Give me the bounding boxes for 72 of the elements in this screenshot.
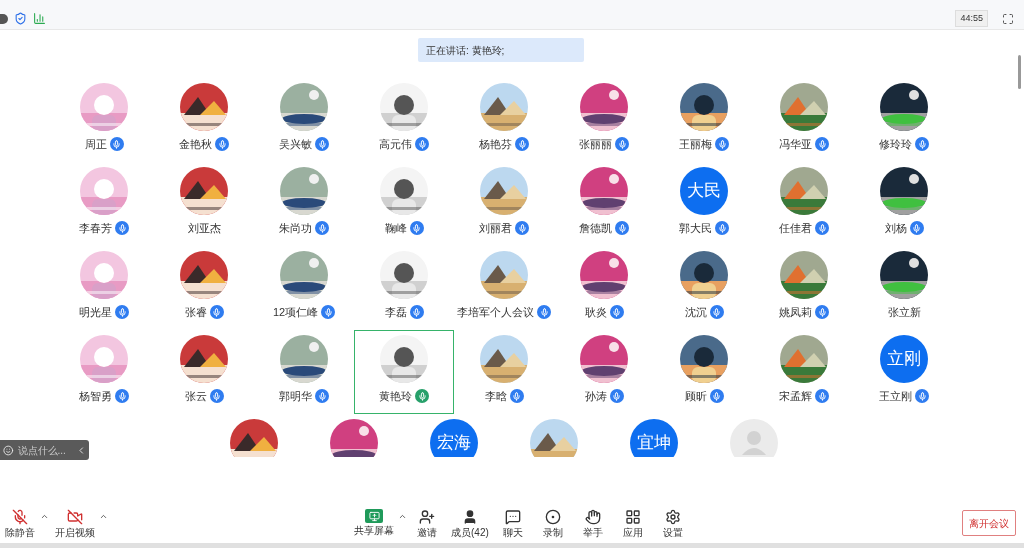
- participant-name: 沈沉: [684, 305, 707, 320]
- video-off-icon: [67, 508, 83, 525]
- participant-name: 朱尚功: [279, 221, 312, 236]
- chat-field[interactable]: 说点什么...: [17, 442, 72, 458]
- participant-name: 孙涛: [584, 389, 607, 404]
- microphone-muted-icon: [12, 508, 28, 525]
- participant-name: 姚凤莉: [779, 305, 812, 320]
- add-user-icon: [419, 509, 435, 525]
- participant-name: 金艳秋: [179, 137, 212, 152]
- participant-name: 高元伟: [379, 137, 412, 152]
- participant-name: 刘亚杰: [187, 221, 221, 236]
- shield-icon: [14, 12, 27, 25]
- participant-name: 刘丽君: [479, 221, 512, 236]
- meeting-timer: 44:55: [955, 9, 988, 28]
- user-avatar-icon: [730, 419, 778, 457]
- participant-name: 任佳君: [779, 221, 812, 236]
- signal-icon: [33, 12, 46, 25]
- participant-name: 张丽丽: [579, 137, 612, 152]
- chat-input[interactable]: 说点什么...: [0, 440, 89, 460]
- participant-name: 王丽梅: [679, 137, 712, 152]
- settings-icon: [664, 509, 681, 525]
- scrollbar-thumb[interactable]: [1018, 55, 1021, 89]
- participant-name: 明光星: [79, 305, 112, 320]
- record-icon: [544, 509, 561, 525]
- toolbar-button[interactable]: 除静音: [0, 508, 40, 538]
- participant-name: 李春芳: [79, 221, 112, 236]
- participant-name: 郭大民: [679, 221, 712, 236]
- participant-name: 12项仁峰: [272, 305, 319, 320]
- toolbar-button[interactable]: 邀请: [407, 509, 447, 538]
- participant-name: 杨智勇: [79, 389, 112, 404]
- toolbar-button[interactable]: 成员(42): [447, 509, 493, 538]
- avatar: 大民: [680, 167, 728, 215]
- participant-name: 张云: [184, 389, 207, 404]
- participant-name: 耿炎: [584, 305, 607, 320]
- toolbar-button[interactable]: 开启视频: [51, 508, 99, 538]
- toolbar-button[interactable]: 设置: [652, 509, 693, 538]
- participant-name: 周正: [84, 137, 107, 152]
- toolbar-button[interactable]: 聊天: [492, 509, 533, 538]
- participant-name: 詹德凯: [579, 221, 612, 236]
- leave-meeting-button[interactable]: 离开会议: [962, 510, 1016, 536]
- chat-icon: [504, 509, 521, 525]
- participant-name: 冯华亚: [779, 137, 812, 152]
- screen-share-icon: [365, 509, 383, 523]
- participant-name: 刘杨: [884, 221, 907, 236]
- toolbar-button[interactable]: 共享屏幕: [350, 509, 398, 536]
- avatar: 宏海: [430, 419, 478, 457]
- speaker-banner: 正在讲话: 黄艳玲;: [418, 38, 584, 62]
- emoji-icon: [3, 444, 14, 456]
- participant-name: 张立新: [887, 305, 921, 320]
- toolbar-button[interactable]: 应用: [612, 509, 653, 538]
- toolbar-button[interactable]: 录制: [532, 509, 573, 538]
- toolbar-button[interactable]: 举手: [572, 509, 613, 538]
- participant-name: 李培军个人会议: [457, 305, 534, 320]
- hand-icon: [584, 509, 601, 525]
- participant-name: 王立刚: [879, 389, 912, 404]
- status-icon: [0, 13, 8, 24]
- caret-icon[interactable]: [398, 512, 407, 521]
- participant-name: 张睿: [184, 305, 207, 320]
- participant-name: 郭明华: [279, 389, 312, 404]
- participant-name: 鞠峰: [384, 221, 407, 236]
- participant-name: 修玲玲: [879, 137, 912, 152]
- avatar: 宜坤: [630, 419, 678, 457]
- avatar: 立刚: [880, 335, 928, 383]
- participant-name: 李晗: [484, 389, 507, 404]
- fullscreen-icon[interactable]: [1002, 12, 1014, 25]
- participant-name: 黄艳玲: [379, 389, 412, 404]
- apps-grid-icon: [624, 509, 641, 525]
- participant-name: 顾昕: [684, 389, 707, 404]
- participant-name: 宋孟辉: [779, 389, 812, 404]
- participant-name: 李磊: [384, 305, 407, 320]
- participant-name: 杨艳芬: [479, 137, 512, 152]
- participant-name: 吴兴敏: [279, 137, 312, 152]
